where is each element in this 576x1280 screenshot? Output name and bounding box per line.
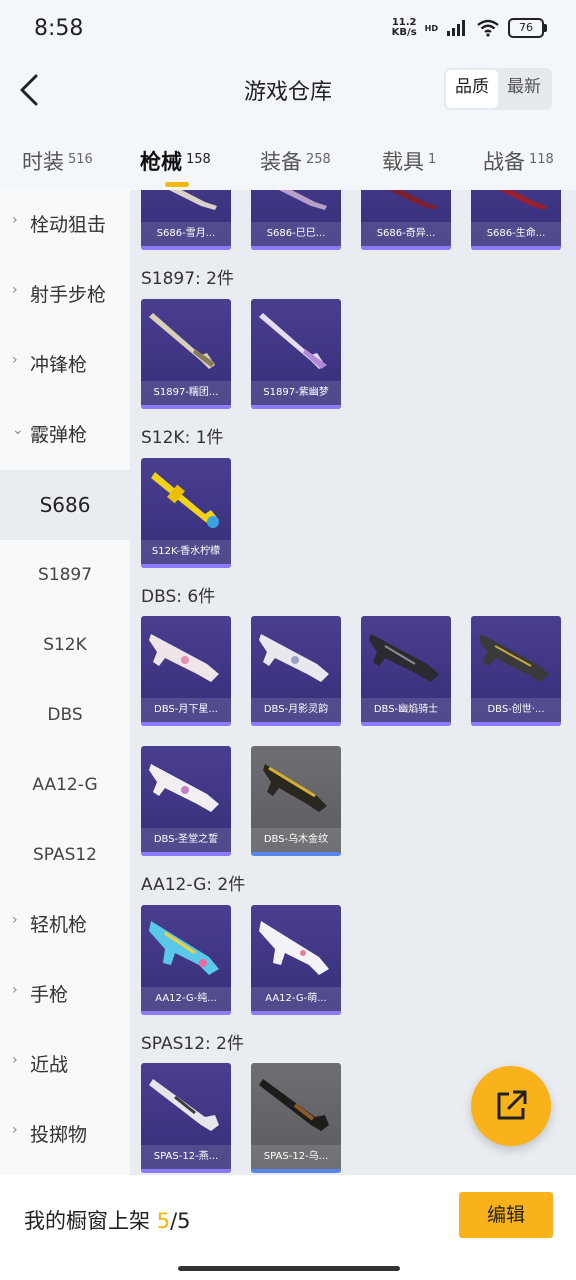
shotgun-skin-icon [279,190,327,210]
item-card[interactable]: DBS-幽焰骑士 [361,616,451,726]
chevron-right-icon: › [12,282,18,298]
sidebar-sub-dbs[interactable]: DBS [0,680,130,750]
net-speed: 11.2 KB/s [391,17,417,38]
signal-icon [447,20,465,36]
item-card[interactable]: DBS-乌木金纹 [251,746,341,856]
sidebar-sub-spas12[interactable]: SPAS12 [0,820,130,890]
sort-toggle: 品质 最新 [444,68,552,110]
item-card[interactable]: S686-巳巳... [251,190,341,250]
sidebar-item-shotgun[interactable]: ⌄ 霰弹枪 [0,400,130,470]
chevron-right-icon: › [12,912,18,928]
showcase-status: 我的橱窗上架 5/5 [24,1209,191,1233]
status-icons: 11.2 KB/s HD 76 [391,17,547,38]
item-card[interactable]: S686-雪月... [141,190,231,250]
chevron-down-icon: ⌄ [12,422,24,438]
item-card[interactable]: DBS-圣堂之誓 [141,746,231,856]
section-label-spas12: SPAS12: 2件 [141,1034,244,1054]
shotgun-skin-icon [259,634,329,682]
item-card[interactable]: AA12-G-纯... [141,905,231,1015]
sidebar-item-melee[interactable]: › 近战 [0,1030,130,1100]
sidebar-item-throwables[interactable]: › 投掷物 [0,1100,130,1170]
chevron-right-icon: › [12,212,18,228]
shotgun-skin-icon [263,764,327,812]
sidebar-item-bolt-sniper[interactable]: › 栓动狙击 [0,190,130,260]
shotgun-skin-icon [499,190,547,210]
sidebar-sub-aa12g[interactable]: AA12-G [0,750,130,820]
item-card[interactable]: DBS-月影灵韵 [251,616,341,726]
sidebar-item-smg[interactable]: › 冲锋枪 [0,330,130,400]
hd-indicator: HD [424,23,438,33]
chevron-right-icon: › [12,982,18,998]
item-card[interactable]: S1897-糯团... [141,299,231,409]
item-card[interactable]: S686-奇异... [361,190,451,250]
sidebar-item-lmg[interactable]: › 轻机枪 [0,890,130,960]
item-card[interactable]: SPAS-12-燕... [141,1063,231,1173]
item-card[interactable]: DBS-月下星... [141,616,231,726]
category-tabs: 时装 516 枪械 158 装备 258 载具 1 战备 118 [0,140,576,190]
header: 游戏仓库 品质 最新 [0,60,576,120]
item-grid: S686-雪月... S686-巳巳... S686-奇异... S686-生命… [130,190,576,1175]
section-label-aa12g: AA12-G: 2件 [141,875,246,895]
shotgun-skin-icon [149,1079,219,1131]
item-card[interactable]: S686-生命... [471,190,561,250]
shotgun-skin-icon [389,190,437,210]
item-card[interactable]: AA12-G-萌... [251,905,341,1015]
sidebar-sub-s686[interactable]: S686 [0,470,130,540]
wifi-icon [477,19,499,37]
shotgun-skin-icon [151,472,219,528]
item-card[interactable]: DBS-创世·... [471,616,561,726]
shotgun-skin-icon [169,190,217,210]
item-card[interactable]: S12K-香水柠檬 [141,458,231,568]
sidebar-item-pistol[interactable]: › 手枪 [0,960,130,1030]
sidebar: › 栓动狙击 › 射手步枪 › 冲锋枪 ⌄ 霰弹枪 S686 S1897 S12K DB… [0,190,130,1175]
shotgun-skin-icon [479,634,549,682]
shotgun-skin-icon [369,634,439,682]
sidebar-sub-s12k[interactable]: S12K [0,610,130,680]
status-time: 8:58 [34,16,84,41]
share-external-icon [497,1090,527,1120]
edit-button[interactable]: 编辑 [459,1192,553,1238]
shotgun-skin-icon [259,921,329,975]
section-label-s1897: S1897: 2件 [141,269,235,289]
chevron-right-icon: › [12,352,18,368]
shotgun-skin-icon [149,764,219,812]
active-tab-indicator [165,182,189,187]
chevron-right-icon: › [12,1122,18,1138]
tab-supplies[interactable]: 战备 118 [483,146,554,176]
sort-newest-button[interactable]: 最新 [498,70,550,108]
tab-vehicles[interactable]: 载具 1 [382,146,436,176]
home-indicator[interactable] [178,1266,400,1271]
section-label-dbs: DBS: 6件 [141,587,216,607]
item-card[interactable]: S1897-紫幽梦 [251,299,341,409]
shotgun-skin-icon [149,921,219,975]
item-card[interactable]: SPAS-12-乌... [251,1063,341,1173]
battery-icon: 76 [508,18,547,38]
status-bar: 8:58 11.2 KB/s HD 76 [0,0,576,60]
shotgun-skin-icon [149,313,215,369]
sidebar-item-marksman-rifle[interactable]: › 射手步枪 [0,260,130,330]
shotgun-skin-icon [259,1079,329,1131]
bottom-bar: 我的橱窗上架 5/5 编辑 [0,1175,576,1280]
chevron-right-icon: › [12,1052,18,1068]
shotgun-skin-icon [259,313,327,369]
tab-costume[interactable]: 时装 516 [22,146,93,176]
shotgun-skin-icon [149,634,219,682]
tab-equipment[interactable]: 装备 258 [260,146,331,176]
tab-firearms[interactable]: 枪械 158 [140,146,211,176]
sort-quality-button[interactable]: 品质 [446,70,498,108]
sidebar-sub-s1897[interactable]: S1897 [0,540,130,610]
share-fab-button[interactable] [471,1066,551,1146]
section-label-s12k: S12K: 1件 [141,428,224,448]
